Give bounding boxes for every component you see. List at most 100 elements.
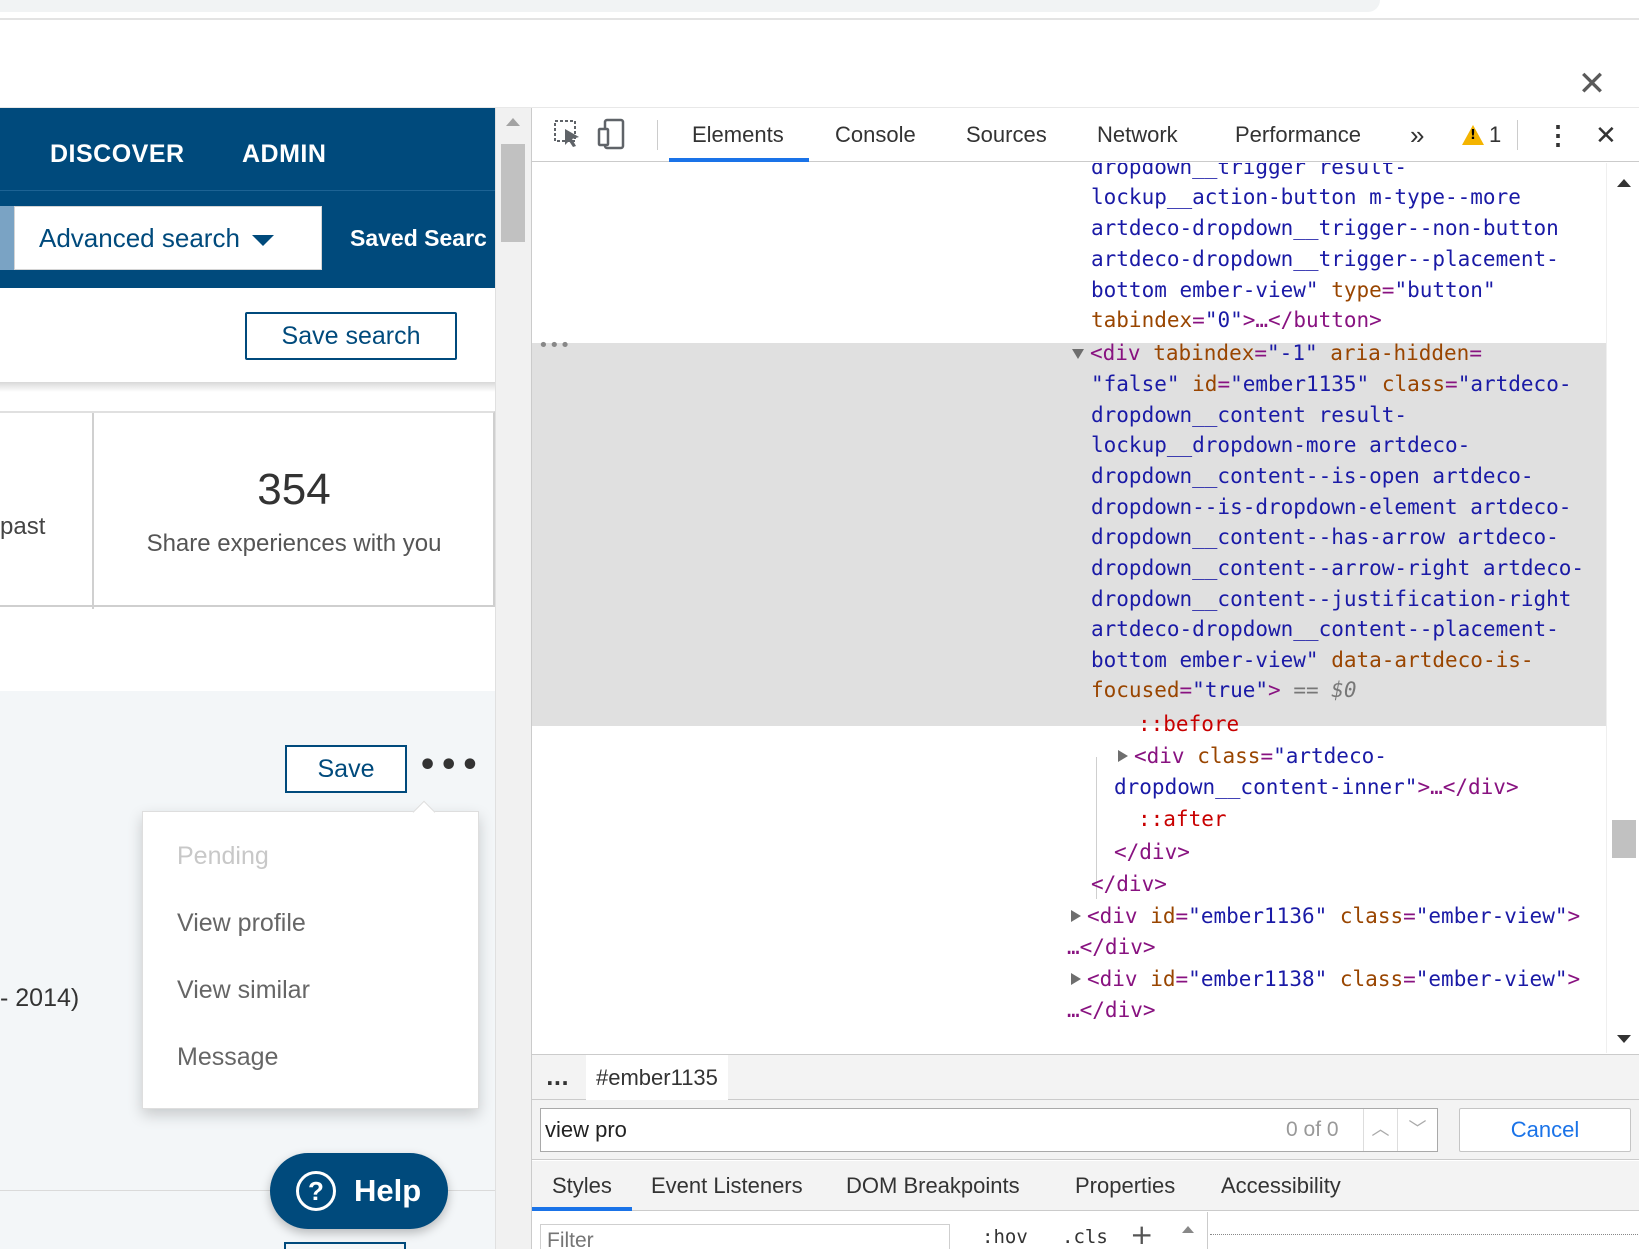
- save-lead-button[interactable]: Save: [285, 745, 407, 793]
- hover-state-toggle[interactable]: :hov: [982, 1226, 1028, 1248]
- code-line: bottom ember-view" data-artdeco-is-: [1091, 644, 1534, 676]
- row-actions-icon[interactable]: •••: [538, 335, 571, 356]
- code-line: artdeco-dropdown__trigger--placement-: [1091, 247, 1559, 271]
- menu-item-view-profile[interactable]: View profile: [177, 909, 306, 938]
- breadcrumb: ... #ember1135: [532, 1054, 1639, 1100]
- dom-tree[interactable]: ••• dropdown__trigger result- lockup__ac…: [532, 163, 1606, 1053]
- share-count[interactable]: 354: [95, 465, 493, 515]
- code-line: ::before: [1138, 712, 1240, 736]
- help-button[interactable]: ? Help: [270, 1153, 448, 1229]
- scroll-up-icon[interactable]: [1182, 1226, 1194, 1233]
- code-token: dropdown__content-inner": [1114, 775, 1418, 799]
- expand-triangle-icon[interactable]: [1118, 750, 1128, 762]
- expand-triangle-icon[interactable]: [1072, 349, 1084, 359]
- dom-tree-scrollbar[interactable]: [1606, 163, 1639, 1053]
- save-search-button[interactable]: Save search: [245, 312, 457, 360]
- tab-network[interactable]: Network: [1097, 108, 1178, 162]
- code-line: "false" id="ember1135" class="artdeco-: [1091, 368, 1572, 400]
- nav-discover-link[interactable]: DISCOVER: [50, 134, 185, 174]
- find-input[interactable]: [545, 1111, 1225, 1149]
- code-token: id: [1179, 372, 1218, 396]
- saved-searches-link[interactable]: Saved Searc: [350, 206, 487, 270]
- styles-filter-area: :hov .cls +: [532, 1212, 1639, 1249]
- tabstrip-bar: [0, 0, 1380, 12]
- code-token: "0": [1204, 308, 1243, 332]
- help-label: Help: [354, 1173, 422, 1208]
- tab-styles[interactable]: Styles: [552, 1161, 612, 1211]
- code-token: >…</button>: [1242, 308, 1382, 332]
- find-next-icon[interactable]: ﹀: [1397, 1109, 1437, 1151]
- code-line: </div>: [1114, 840, 1190, 864]
- code-token: "artdeco-: [1457, 372, 1572, 396]
- scroll-up-icon[interactable]: [506, 118, 520, 126]
- stat-divider: [92, 413, 94, 609]
- kebab-menu-icon[interactable]: ⋮: [1545, 108, 1571, 162]
- find-bar: 0 of 0 ︿ ﹀ Cancel: [532, 1100, 1639, 1160]
- code-token: >…</div>: [1417, 775, 1519, 799]
- code-token: data-artdeco-is-: [1318, 648, 1534, 672]
- code-line: focused="true"> == $0: [1091, 674, 1357, 706]
- page-viewport: DISCOVER ADMIN Advanced search Saved Sea…: [0, 108, 495, 1249]
- active-subtab-indicator: [532, 1207, 632, 1211]
- tab-properties[interactable]: Properties: [1075, 1161, 1175, 1211]
- code-token: id: [1137, 904, 1176, 928]
- page-scrollbar[interactable]: [495, 108, 531, 1249]
- warning-count[interactable]: 1: [1489, 108, 1501, 162]
- scroll-up-icon[interactable]: [1617, 179, 1631, 187]
- close-icon[interactable]: ✕: [1572, 64, 1612, 104]
- advanced-search-label: Advanced search: [39, 223, 240, 253]
- advanced-search-button[interactable]: Advanced search: [14, 206, 322, 270]
- next-card-button[interactable]: [284, 1242, 406, 1249]
- device-toolbar-icon[interactable]: [595, 117, 629, 151]
- styles-filter-input[interactable]: [547, 1229, 847, 1249]
- code-token: "ember-view": [1415, 967, 1568, 991]
- devtools-toolbar: Elements Console Sources Network Perform…: [532, 108, 1639, 162]
- warning-exclamation: !: [1470, 128, 1476, 143]
- code-token: =: [1403, 904, 1416, 928]
- tab-sources[interactable]: Sources: [966, 108, 1047, 162]
- code-line: artdeco-dropdown__content--placement-: [1091, 617, 1559, 641]
- dom-scroll-thumb[interactable]: [1612, 820, 1636, 858]
- menu-item-view-similar[interactable]: View similar: [177, 976, 310, 1005]
- class-toggle[interactable]: .cls: [1062, 1226, 1108, 1248]
- add-rule-icon[interactable]: +: [1130, 1218, 1153, 1249]
- tab-accessibility[interactable]: Accessibility: [1221, 1161, 1341, 1211]
- code-line: </div>: [1091, 872, 1167, 896]
- code-token: "ember1135": [1230, 372, 1370, 396]
- breadcrumb-item-ember1135[interactable]: #ember1135: [586, 1055, 728, 1100]
- share-label[interactable]: Share experiences with you: [95, 530, 493, 558]
- code-token: <div: [1087, 967, 1138, 991]
- tab-dom-breakpoints[interactable]: DOM Breakpoints: [846, 1161, 1020, 1211]
- code-token: =: [1175, 967, 1189, 991]
- tab-event-listeners[interactable]: Event Listeners: [651, 1161, 803, 1211]
- code-token: >: [1567, 967, 1581, 991]
- menu-item-message[interactable]: Message: [177, 1043, 278, 1072]
- code-line[interactable]: <div class="artdeco-: [1118, 740, 1387, 772]
- inspect-element-icon[interactable]: [551, 117, 585, 151]
- code-line[interactable]: <div id="ember1138" class="ember-view">: [1071, 963, 1580, 995]
- code-line-selected[interactable]: <div tabindex="-1" aria-hidden=: [1072, 337, 1482, 369]
- expand-triangle-icon[interactable]: [1071, 910, 1081, 922]
- code-line[interactable]: <div id="ember1136" class="ember-view">: [1071, 900, 1580, 932]
- find-cancel-button[interactable]: Cancel: [1459, 1108, 1631, 1152]
- code-line: dropdown__content--arrow-right artdeco-: [1091, 556, 1585, 580]
- code-token: class: [1327, 904, 1404, 928]
- code-token: =: [1260, 744, 1274, 768]
- nav-admin-link[interactable]: ADMIN: [242, 134, 326, 174]
- more-tabs-icon[interactable]: »: [1410, 108, 1424, 162]
- nav-divider: [0, 190, 495, 191]
- code-token: =: [1254, 341, 1268, 365]
- expand-triangle-icon[interactable]: [1071, 973, 1081, 985]
- tab-console[interactable]: Console: [835, 108, 916, 162]
- page-scroll-thumb[interactable]: [501, 144, 525, 242]
- code-token: >: [1567, 904, 1581, 928]
- code-token: "-1": [1267, 341, 1318, 365]
- tab-elements[interactable]: Elements: [692, 108, 784, 162]
- breadcrumb-overflow[interactable]: ...: [546, 1055, 569, 1101]
- find-previous-icon[interactable]: ︿: [1363, 1109, 1397, 1151]
- more-options-icon[interactable]: •••: [418, 744, 480, 790]
- code-token: "true": [1192, 678, 1269, 702]
- scroll-down-icon[interactable]: [1617, 1035, 1631, 1043]
- tab-performance[interactable]: Performance: [1235, 108, 1361, 162]
- devtools-close-icon[interactable]: ✕: [1595, 108, 1617, 162]
